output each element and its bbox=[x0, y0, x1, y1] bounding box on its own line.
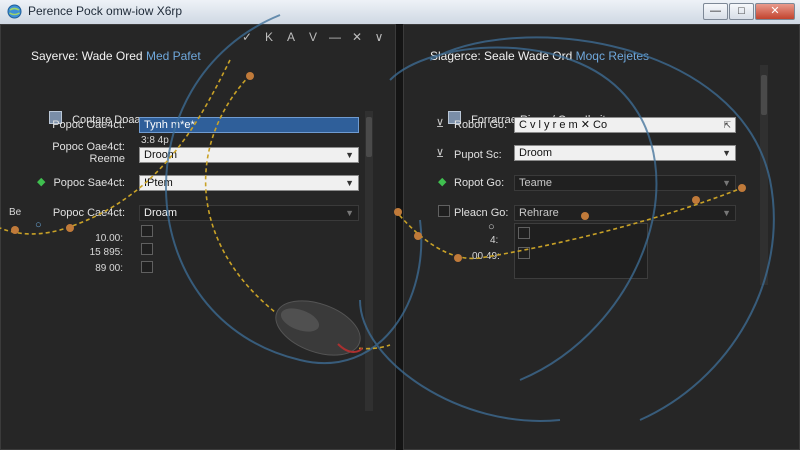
left-scrollbar-thumb[interactable] bbox=[366, 117, 372, 157]
chevron-down-icon: ▼ bbox=[722, 208, 731, 218]
right-row3-label: Ropot Go: bbox=[454, 177, 505, 189]
pin-icon: ⊻ bbox=[436, 118, 445, 130]
pin-icon: ⊻ bbox=[436, 148, 445, 160]
ring-icon: ○ bbox=[488, 221, 495, 233]
right-small-value-1: 4: bbox=[490, 235, 499, 246]
right-panel-title-accent: Moqc Rejetes bbox=[575, 49, 650, 63]
left-row2-value: Droom bbox=[144, 149, 178, 161]
left-row1-value: Tynh m*e* bbox=[144, 119, 195, 131]
app-globe-icon bbox=[7, 4, 22, 19]
window-title: Perence Pock omw-iow X6rp bbox=[28, 4, 183, 18]
left-row1-field[interactable]: Tynh m*e* bbox=[139, 117, 359, 133]
left-row4-value: Droam bbox=[144, 207, 178, 219]
left-row3-select[interactable]: IPtem ▼ bbox=[139, 175, 359, 191]
left-row3-label: Popoc Sae4ct: bbox=[53, 177, 125, 189]
right-panel: Slagerce: Seale Wade Ord Moqc Rejetes Fo… bbox=[403, 24, 800, 450]
window-titlebar: Perence Pock omw-iow X6rp — □ ✕ bbox=[0, 0, 800, 25]
left-panel-toolbar: ✓ K A V — ✕ ∨ bbox=[237, 27, 389, 47]
minimize-button[interactable]: — bbox=[703, 3, 728, 20]
right-row4-select[interactable]: Rehrare ▼ bbox=[514, 205, 736, 221]
chevron-down-icon: ▼ bbox=[345, 208, 354, 218]
left-row2-extra: 3:8 4p bbox=[141, 135, 169, 146]
toolbar-v-button[interactable]: V bbox=[303, 27, 323, 47]
left-row2-label: Popoc Oae4ct: bbox=[52, 141, 125, 153]
right-row1-value: C v l y r e m ✕ Co bbox=[519, 119, 608, 131]
left-checkbox-1[interactable] bbox=[141, 225, 153, 237]
left-scrollbar[interactable] bbox=[365, 111, 373, 411]
left-small-value-2: 15 895: bbox=[89, 247, 123, 258]
chevron-down-icon: ▼ bbox=[345, 178, 354, 188]
right-list-checkbox-2[interactable] bbox=[518, 247, 530, 259]
right-panel-title: Slagerce: Seale Wade Ord Moqc Rejetes bbox=[430, 49, 649, 63]
toolbar-check-button[interactable]: ✓ bbox=[237, 27, 257, 47]
right-panel-title-main: Slagerce: Seale Wade Ord bbox=[430, 49, 573, 63]
left-small-value-1: 10.00: bbox=[95, 233, 123, 244]
toolbar-close-button[interactable]: ✕ bbox=[347, 27, 367, 47]
right-row3-value: Teame bbox=[519, 177, 553, 189]
right-row4-label: Pleacn Go: bbox=[454, 207, 509, 219]
left-checkbox-2[interactable] bbox=[141, 243, 153, 255]
right-scrollbar[interactable] bbox=[760, 65, 768, 285]
toolbar-a-button[interactable]: A bbox=[281, 27, 301, 47]
right-row1-label: Robon Go: bbox=[454, 119, 508, 131]
right-row4-value: Rehrare bbox=[519, 207, 559, 219]
chevron-down-icon: ▼ bbox=[345, 150, 354, 160]
toolbar-k-button[interactable]: K bbox=[259, 27, 279, 47]
green-diamond-icon: ◆ bbox=[438, 176, 447, 188]
chevron-down-icon: ▼ bbox=[722, 148, 731, 158]
right-row3-select[interactable]: Teame ▼ bbox=[514, 175, 736, 191]
left-panel: ✓ K A V — ✕ ∨ Sayerve: Wade Ored Med Paf… bbox=[0, 24, 396, 450]
left-checkbox-3[interactable] bbox=[141, 261, 153, 273]
toolbar-dropdown-button[interactable]: ∨ bbox=[369, 27, 389, 47]
maximize-button[interactable]: □ bbox=[729, 3, 754, 20]
left-row2-select[interactable]: Droom ▼ bbox=[139, 147, 359, 163]
left-panel-title-accent: Med Pafet bbox=[145, 49, 201, 63]
right-row2-value: Droom bbox=[519, 147, 553, 159]
green-diamond-icon: ◆ bbox=[37, 176, 46, 188]
left-row4-prefix: Be bbox=[9, 207, 22, 218]
left-row1-label: Popoc Oae4ct: bbox=[52, 119, 125, 131]
panel-divider[interactable] bbox=[396, 24, 403, 450]
close-button[interactable]: ✕ bbox=[755, 3, 795, 20]
right-row2-select[interactable]: Droom ▼ bbox=[514, 145, 736, 161]
left-row3-value: IPtem bbox=[144, 177, 173, 189]
toolbar-minus-button[interactable]: — bbox=[325, 27, 345, 47]
right-small-value-2: 00 49: bbox=[472, 251, 500, 262]
right-row2-label: Pupot Sc: bbox=[454, 149, 502, 161]
left-row4-select[interactable]: Droam ▼ bbox=[139, 205, 359, 221]
right-list-checkbox-1[interactable] bbox=[518, 227, 530, 239]
chevron-down-icon: ▼ bbox=[722, 178, 731, 188]
blue-ring-icon: ○ bbox=[35, 219, 42, 231]
left-row2-sublabel: Reeme bbox=[89, 153, 125, 165]
right-list-area[interactable] bbox=[514, 223, 648, 279]
left-row4-label: Popoc Cae4ct: bbox=[52, 207, 125, 219]
left-panel-title: Sayerve: Wade Ored Med Pafet bbox=[31, 49, 201, 63]
right-row4-checkbox[interactable] bbox=[438, 205, 450, 217]
left-panel-title-main: Sayerve: Wade Ored bbox=[31, 49, 143, 63]
left-small-value-3: 89 00: bbox=[95, 263, 123, 274]
expand-icon: ⇱ bbox=[723, 120, 731, 130]
right-row1-field[interactable]: C v l y r e m ✕ Co ⇱ bbox=[514, 117, 736, 133]
right-scrollbar-thumb[interactable] bbox=[761, 75, 767, 115]
